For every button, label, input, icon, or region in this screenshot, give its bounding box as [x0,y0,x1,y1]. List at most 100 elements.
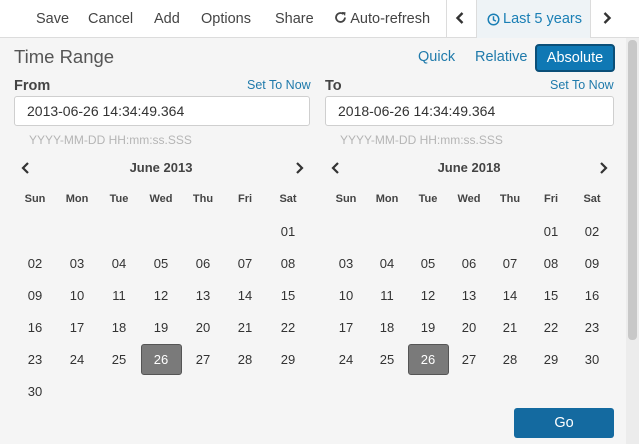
to-day-cell[interactable]: 10 [326,280,367,311]
top-toolbar: Save Cancel Add Options Share Auto-refre… [0,0,639,38]
from-day-cell[interactable]: 09 [15,280,56,311]
from-next-month-icon[interactable] [289,158,309,178]
from-day-cell[interactable]: 29 [268,344,309,375]
from-day-cell[interactable]: 05 [141,248,182,279]
to-day-cell[interactable]: 27 [449,344,490,375]
from-day-cell[interactable]: 01 [268,216,309,247]
from-weekday-header: Sun [24,193,46,205]
from-format-hint: YYYY-MM-DD HH:mm:ss.SSS [29,133,192,147]
previous-period-button[interactable] [455,0,465,38]
from-weekday-header: Sat [279,193,297,205]
from-day-cell[interactable]: 07 [225,248,266,279]
to-day-cell[interactable]: 20 [449,312,490,343]
from-day-cell[interactable]: 14 [225,280,266,311]
from-day-cell[interactable]: 06 [183,248,224,279]
to-day-cell[interactable]: 28 [490,344,531,375]
to-day-cell[interactable]: 21 [490,312,531,343]
to-day-cell[interactable]: 30 [572,344,613,375]
to-day-cell[interactable]: 12 [408,280,449,311]
to-day-cell[interactable]: 11 [367,280,408,311]
quick-mode-link[interactable]: Quick [418,49,455,65]
next-period-button[interactable] [602,0,612,38]
from-day-cell[interactable]: 24 [57,344,98,375]
from-day-cell[interactable]: 27 [183,344,224,375]
from-day-cell[interactable]: 21 [225,312,266,343]
from-day-cell[interactable]: 10 [57,280,98,311]
to-weekday-header: Sun [335,193,357,205]
to-day-cell[interactable]: 09 [572,248,613,279]
from-set-to-now-link[interactable]: Set To Now [247,78,311,92]
from-weekday-header: Mon [65,193,89,205]
auto-refresh-label: Auto-refresh [350,11,431,27]
from-day-cell[interactable]: 25 [99,344,140,375]
from-day-cell[interactable]: 30 [15,376,56,407]
to-day-cell[interactable]: 19 [408,312,449,343]
from-day-cell[interactable]: 13 [183,280,224,311]
to-day-cell[interactable]: 14 [490,280,531,311]
to-weekday-header: Tue [418,193,438,205]
to-day-cell[interactable]: 07 [490,248,531,279]
from-day-cell[interactable]: 20 [183,312,224,343]
to-day-cell[interactable]: 04 [367,248,408,279]
go-button[interactable]: Go [514,408,614,438]
from-weekday-header: Tue [109,193,129,205]
from-day-cell[interactable]: 19 [141,312,182,343]
to-day-cell[interactable]: 05 [408,248,449,279]
from-day-cell[interactable]: 02 [15,248,56,279]
from-date-input[interactable] [14,96,310,126]
add-button[interactable]: Add [154,0,180,38]
to-prev-month-icon[interactable] [326,158,346,178]
to-next-month-icon[interactable] [593,158,613,178]
to-day-cell[interactable]: 15 [531,280,572,311]
to-weekday-header: Wed [457,193,481,205]
chevron-right-icon [603,12,612,24]
to-weekday-header: Mon [375,193,399,205]
to-date-input[interactable] [325,96,614,126]
time-picker-toggle[interactable]: Last 5 years [476,0,591,38]
panel-title: Time Range [14,46,115,67]
chevron-left-icon [455,12,464,24]
from-weekday-header: Thu [192,193,214,205]
from-day-cell[interactable]: 28 [225,344,266,375]
from-day-cell[interactable]: 04 [99,248,140,279]
relative-mode-link[interactable]: Relative [475,49,527,65]
to-day-cell[interactable]: 02 [572,216,613,247]
to-weekday-header: Sat [583,193,601,205]
to-day-cell[interactable]: 23 [572,312,613,343]
options-button[interactable]: Options [201,0,251,38]
scrollbar-thumb[interactable] [628,40,637,340]
to-day-cell[interactable]: 22 [531,312,572,343]
cancel-button[interactable]: Cancel [88,0,133,38]
to-format-hint: YYYY-MM-DD HH:mm:ss.SSS [340,133,503,147]
save-button[interactable]: Save [36,0,69,38]
from-day-cell[interactable]: 08 [268,248,309,279]
to-day-cell[interactable]: 08 [531,248,572,279]
from-day-cell[interactable]: 12 [141,280,182,311]
to-day-cell[interactable]: 18 [367,312,408,343]
from-day-cell[interactable]: 18 [99,312,140,343]
from-day-cell[interactable]: 11 [99,280,140,311]
share-button[interactable]: Share [275,0,314,38]
from-day-cell[interactable]: 03 [57,248,98,279]
to-day-cell[interactable]: 25 [367,344,408,375]
from-prev-month-icon[interactable] [16,158,36,178]
from-label: From [14,78,51,94]
auto-refresh-button[interactable]: Auto-refresh [334,0,430,38]
to-day-cell[interactable]: 29 [531,344,572,375]
to-day-cell[interactable]: 16 [572,280,613,311]
from-selected-day[interactable]: 26 [140,344,182,375]
to-day-cell[interactable]: 24 [326,344,367,375]
from-day-cell[interactable]: 17 [57,312,98,343]
absolute-mode-button[interactable]: Absolute [535,44,615,72]
to-day-cell[interactable]: 17 [326,312,367,343]
to-day-cell[interactable]: 13 [449,280,490,311]
to-day-cell[interactable]: 01 [531,216,572,247]
to-day-cell[interactable]: 03 [326,248,367,279]
to-day-cell[interactable]: 06 [449,248,490,279]
from-day-cell[interactable]: 23 [15,344,56,375]
to-selected-day[interactable]: 26 [407,344,449,375]
from-day-cell[interactable]: 16 [15,312,56,343]
to-set-to-now-link[interactable]: Set To Now [550,78,614,92]
from-day-cell[interactable]: 15 [268,280,309,311]
from-day-cell[interactable]: 22 [268,312,309,343]
